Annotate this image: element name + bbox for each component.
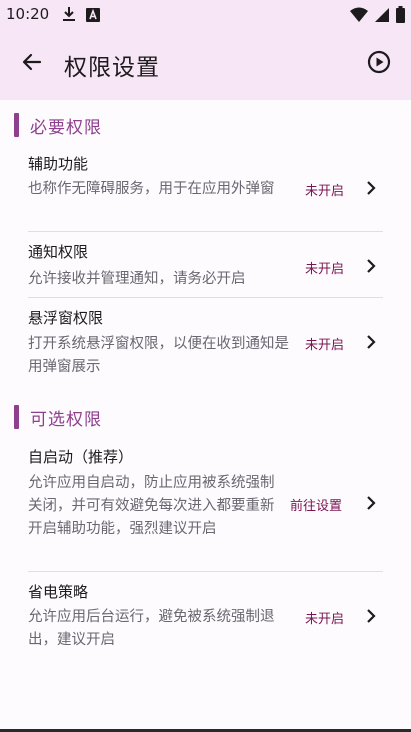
chevron-right-icon [363, 495, 379, 511]
permission-description: 也称作无障碍服务，用于在应用外弹窗 [28, 181, 275, 197]
status-right-icons [350, 6, 405, 27]
app-bar: 权限设置 [0, 30, 411, 100]
permission-description: 允许应用后台运行，避免被系统强制退出，建议开启 [28, 609, 275, 648]
text-a-icon [86, 7, 100, 26]
permission-description: 允许应用自启动，防止应用被系统强制关闭，并可有效避免每次进入都要重新开启辅助功能… [28, 475, 275, 537]
divider [28, 297, 383, 298]
start-button[interactable] [361, 46, 397, 82]
page-title: 权限设置 [64, 55, 160, 81]
permission-title: 自启动（推荐） [28, 448, 134, 466]
permission-status: 未开启 [305, 262, 345, 277]
permission-status: 前往设置 [290, 499, 343, 514]
permission-item-accessibility[interactable]: 辅助功能 也称作无障碍服务，用于在应用外弹窗 未开启 [0, 150, 411, 232]
permission-item-overlay[interactable]: 悬浮窗权限 打开系统悬浮窗权限，以便在收到通知是用弹窗展示 未开启 [0, 304, 411, 384]
permission-description: 允许接收并管理通知，请务必开启 [28, 271, 246, 287]
section-title: 可选权限 [30, 409, 102, 430]
chevron-right-icon [363, 334, 379, 350]
divider [28, 571, 383, 572]
status-time: 10:20 [6, 5, 50, 23]
permission-status: 未开启 [305, 184, 345, 199]
section-title: 必要权限 [30, 117, 102, 138]
permission-title: 悬浮窗权限 [28, 309, 104, 327]
signal-icon [374, 7, 390, 27]
arrow-back-icon [22, 52, 42, 76]
chevron-right-icon [363, 608, 379, 624]
chevron-right-icon [363, 258, 379, 274]
section-accent-bar [14, 113, 19, 137]
back-button[interactable] [14, 46, 50, 82]
section-header-required: 必要权限 [14, 112, 102, 138]
permission-title: 省电策略 [28, 583, 89, 601]
play-circle-icon [367, 50, 391, 78]
section-header-optional: 可选权限 [14, 404, 102, 430]
status-left-icons [62, 6, 100, 26]
section-accent-bar [14, 405, 19, 429]
permission-title: 辅助功能 [28, 155, 89, 173]
permission-item-notification[interactable]: 通知权限 允许接收并管理通知，请务必开启 未开启 [0, 238, 411, 296]
battery-icon [396, 6, 405, 27]
permission-description: 打开系统悬浮窗权限，以便在收到通知是用弹窗展示 [28, 336, 289, 375]
wifi-icon [350, 7, 368, 27]
chevron-right-icon [363, 180, 379, 196]
permissions-list: 必要权限 辅助功能 也称作无障碍服务，用于在应用外弹窗 未开启 通知权限 允许接… [0, 100, 411, 732]
permission-status: 未开启 [305, 612, 345, 627]
permission-item-autostart[interactable]: 自启动（推荐） 允许应用自启动，防止应用被系统强制关闭，并可有效避免每次进入都要… [0, 443, 411, 570]
permission-item-battery-optimization[interactable]: 省电策略 允许应用后台运行，避免被系统强制退出，建议开启 未开启 [0, 578, 411, 658]
permission-status: 未开启 [305, 338, 345, 353]
divider [28, 231, 383, 232]
status-bar: 10:20 [0, 0, 411, 30]
permission-title: 通知权限 [28, 243, 89, 261]
download-icon [62, 6, 76, 26]
